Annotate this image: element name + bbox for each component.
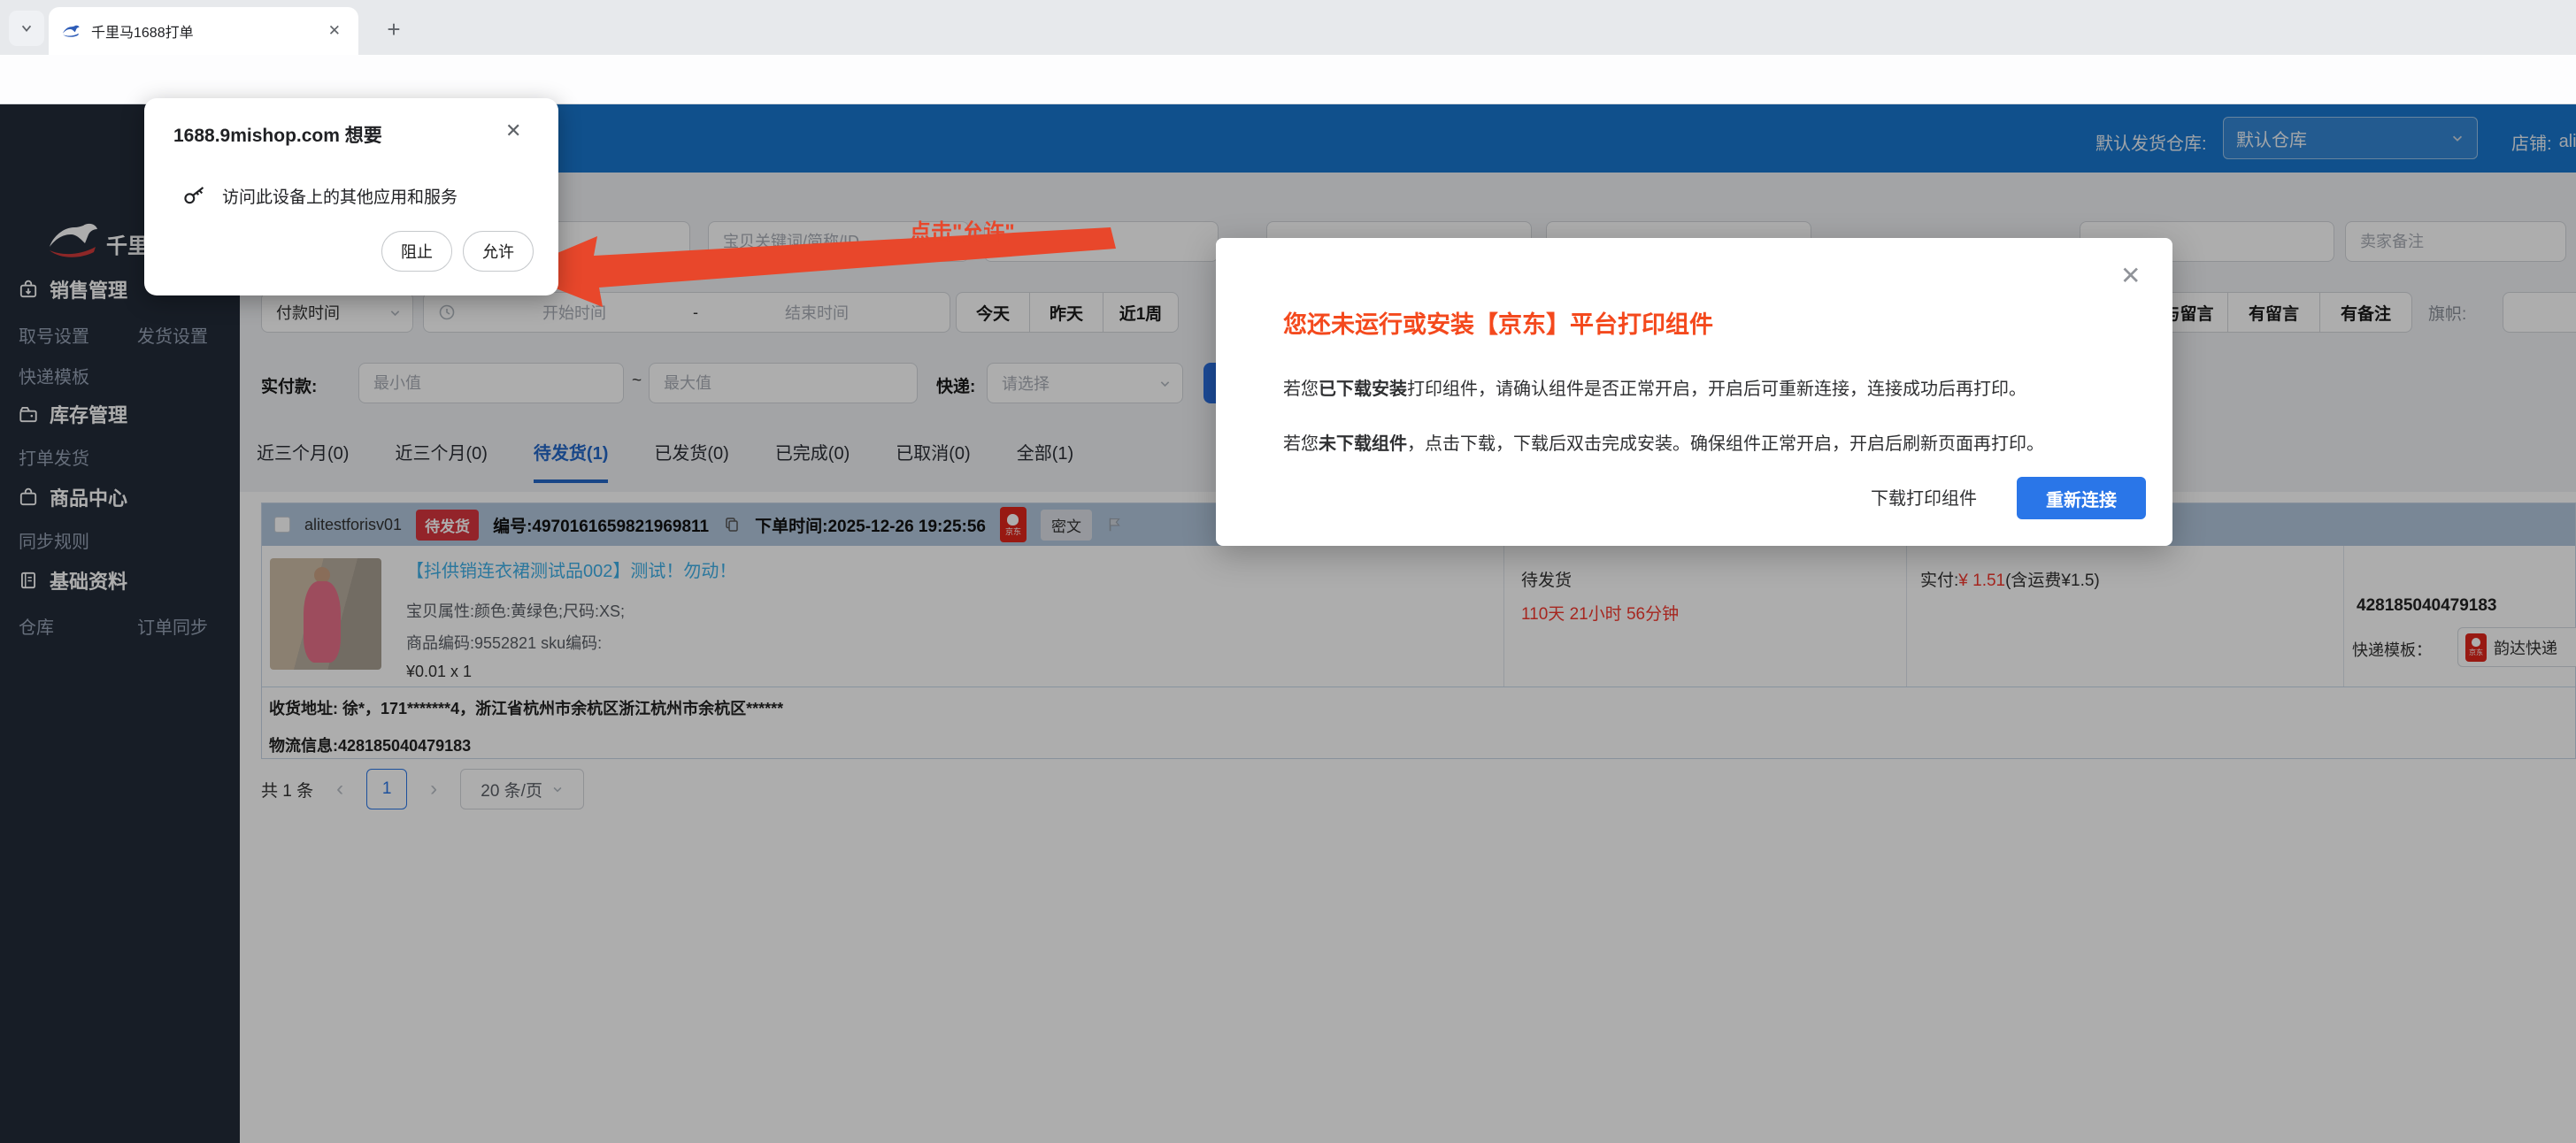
modal-line-1: 若您已下载安装打印组件，请确认组件是否正常开启，开启后可重新连接，连接成功后再打…	[1283, 374, 2026, 400]
browser-tab-strip: 千里马1688打单 ✕ +	[0, 0, 2576, 55]
tab-title: 千里马1688打单	[91, 20, 323, 42]
tab-close-icon[interactable]: ✕	[323, 20, 346, 42]
key-icon	[181, 181, 206, 206]
print-plugin-modal: ✕ 您还未运行或安装【京东】平台打印组件 若您已下载安装打印组件，请确认组件是否…	[1216, 238, 2172, 546]
modal-close-icon[interactable]: ✕	[2120, 261, 2141, 290]
browser-toolbar: https://1688.9mishop.com/TradePrint	[0, 55, 2576, 104]
permission-close-icon[interactable]: ✕	[505, 119, 521, 142]
chevron-down-icon	[19, 21, 34, 35]
click-allow-annotation: 点击"允许"	[910, 214, 1015, 245]
modal-title: 您还未运行或安装【京东】平台打印组件	[1283, 305, 1713, 340]
reconnect-button[interactable]: 重新连接	[2017, 477, 2146, 519]
new-tab-button[interactable]: +	[379, 14, 409, 44]
download-plugin-button[interactable]: 下载打印组件	[1871, 484, 1977, 510]
favicon-horse-icon	[61, 22, 81, 40]
tab-search-button[interactable]	[9, 11, 44, 46]
screen: 千里马1688打单 ✕ + https://1688.9mishop.com/T…	[0, 0, 2576, 1143]
permission-dialog: 1688.9mishop.com 想要 ✕ 访问此设备上的其他应用和服务 阻止 …	[144, 98, 558, 295]
allow-button[interactable]: 允许	[463, 231, 534, 272]
permission-title: 1688.9mishop.com 想要	[173, 121, 382, 148]
browser-tab[interactable]: 千里马1688打单 ✕	[49, 7, 358, 55]
modal-line-2: 若您未下载组件，点击下载，下载后双击完成安装。确保组件正常开启，开启后刷新页面再…	[1283, 429, 2044, 455]
permission-message: 访问此设备上的其他应用和服务	[222, 184, 458, 208]
block-button[interactable]: 阻止	[381, 231, 452, 272]
